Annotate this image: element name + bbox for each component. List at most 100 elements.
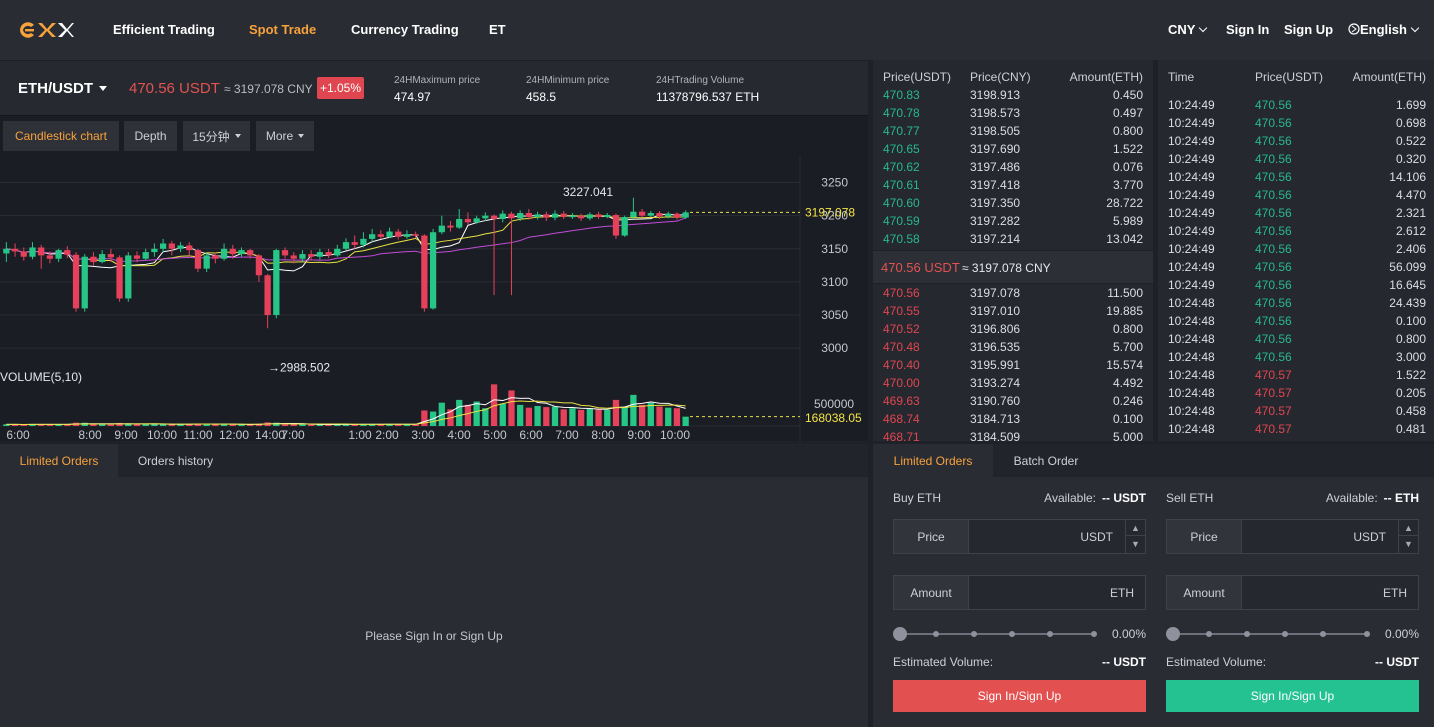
candle-body (125, 255, 132, 299)
row-price-usdt: 468.74 (883, 412, 920, 426)
bid-row[interactable]: 470.40 3195.991 15.574 (873, 356, 1153, 374)
sign-in-link[interactable]: Sign In (1226, 22, 1269, 37)
time-tick-label: 2:00 (375, 428, 399, 442)
slider-step[interactable] (1206, 631, 1212, 637)
buy-percent-slider[interactable] (893, 627, 1097, 641)
tab-limited-order-form[interactable]: Limited Orders (873, 444, 993, 477)
ask-row[interactable]: 470.65 3197.690 1.522 (873, 140, 1153, 158)
buy-sign-in-button[interactable]: Sign In/Sign Up (893, 680, 1146, 712)
interval-dropdown[interactable]: 15分钟 (183, 121, 250, 151)
chevron-up-icon[interactable]: ▲ (1399, 520, 1418, 536)
buy-available: Available: -- USDT (1044, 491, 1146, 505)
globe-icon (1348, 23, 1360, 35)
buy-amount-input[interactable] (970, 576, 1090, 609)
nav-et[interactable]: ET (489, 22, 506, 37)
sell-amount-label: Amount (1167, 576, 1242, 609)
slider-step[interactable] (1320, 631, 1326, 637)
trade-time: 10:24:48 (1168, 386, 1215, 400)
candle-body (3, 248, 10, 254)
pair-selector[interactable]: ETH/USDT (18, 80, 107, 97)
tab-limited-orders[interactable]: Limited Orders (0, 444, 118, 477)
sell-available: Available: -- ETH (1326, 491, 1419, 505)
row-price-usdt: 470.77 (883, 124, 920, 138)
row-price-usdt: 468.71 (883, 430, 920, 444)
sign-in-prompt[interactable]: Please Sign In or Sign Up (0, 629, 868, 643)
sell-amount-input[interactable] (1243, 576, 1363, 609)
candle-body (325, 252, 332, 256)
candle-body (386, 231, 393, 237)
ask-row[interactable]: 470.61 3197.418 3.770 (873, 176, 1153, 194)
slider-handle[interactable] (893, 627, 907, 641)
stat-low-label: 24HMinimum price (526, 75, 610, 86)
trade-amount: 14.106 (1389, 170, 1426, 184)
row-amount: 5.000 (1112, 430, 1143, 444)
chevron-down-icon[interactable]: ▼ (1399, 536, 1418, 552)
sign-up-link[interactable]: Sign Up (1284, 22, 1333, 37)
exx-logo[interactable] (18, 18, 74, 42)
stat-high-label: 24HMaximum price (394, 75, 481, 86)
nav-currency-trading[interactable]: Currency Trading (351, 22, 459, 37)
candlestick-chart-button[interactable]: Candlestick chart (3, 121, 119, 151)
nav-spot-trade[interactable]: Spot Trade (249, 22, 316, 37)
ask-row[interactable]: 470.62 3197.486 0.076 (873, 158, 1153, 176)
chevron-down-icon[interactable]: ▼ (1126, 536, 1145, 552)
trade-time: 10:24:49 (1168, 152, 1215, 166)
buy-price-input[interactable] (970, 520, 1090, 553)
bid-row[interactable]: 468.74 3184.713 0.100 (873, 410, 1153, 428)
bid-row[interactable]: 470.48 3196.535 5.700 (873, 338, 1153, 356)
trade-amount: 16.645 (1389, 278, 1426, 292)
slider-step[interactable] (1009, 631, 1015, 637)
chevron-up-icon[interactable]: ▲ (1126, 520, 1145, 536)
time-tick-label: 3:00 (411, 428, 435, 442)
ask-row[interactable]: 470.77 3198.505 0.800 (873, 122, 1153, 140)
trade-row: 10:24:49 470.56 16.645 (1158, 276, 1434, 294)
ask-row[interactable]: 470.78 3198.573 0.497 (873, 104, 1153, 122)
slider-step[interactable] (1364, 631, 1370, 637)
row-price-usdt: 470.62 (883, 160, 920, 174)
last-price-usdt: 470.56 USDT (129, 80, 220, 97)
current-price-label: 3197.078 (805, 205, 855, 219)
slider-step[interactable] (1091, 631, 1097, 637)
buy-title: Buy ETH (893, 491, 942, 505)
language-selector[interactable]: English (1348, 22, 1420, 37)
sell-price-input[interactable] (1243, 520, 1363, 553)
candle-body (499, 213, 506, 219)
bid-row[interactable]: 470.56 3197.078 11.500 (873, 284, 1153, 302)
volume-bar (90, 424, 97, 426)
candle-body (46, 255, 54, 259)
ask-row[interactable]: 470.59 3197.282 5.989 (873, 212, 1153, 230)
trade-row: 10:24:49 470.56 0.698 (1158, 114, 1434, 132)
tab-orders-history[interactable]: Orders history (118, 444, 233, 477)
ask-row[interactable]: 470.58 3197.214 13.042 (873, 230, 1153, 248)
slider-step[interactable] (1047, 631, 1053, 637)
trade-time: 10:24:49 (1168, 224, 1215, 238)
slider-step[interactable] (1244, 631, 1250, 637)
slider-step[interactable] (971, 631, 977, 637)
nav-efficient-trading[interactable]: Efficient Trading (113, 22, 215, 37)
slider-handle[interactable] (1166, 627, 1180, 641)
candle-body (682, 212, 689, 218)
depth-button[interactable]: Depth (124, 121, 177, 151)
slider-step[interactable] (1282, 631, 1288, 637)
more-dropdown[interactable]: More (256, 121, 314, 151)
row-price-usdt: 470.40 (883, 358, 920, 372)
slider-step[interactable] (933, 631, 939, 637)
trade-time: 10:24:49 (1168, 170, 1215, 184)
currency-selector[interactable]: CNY (1168, 22, 1208, 37)
trade-time: 10:24:48 (1168, 296, 1215, 310)
bid-row[interactable]: 470.00 3193.274 4.492 (873, 374, 1153, 392)
candlestick-chart[interactable]: 3000305031003150320032503197.0783227.041… (0, 156, 868, 442)
ask-row[interactable]: 470.60 3197.350 28.722 (873, 194, 1153, 212)
tab-batch-order[interactable]: Batch Order (993, 444, 1099, 477)
ask-row[interactable]: 470.83 3198.913 0.450 (873, 86, 1153, 104)
row-price-cny: 3196.535 (970, 340, 1021, 354)
sell-sign-in-button[interactable]: Sign In/Sign Up (1166, 680, 1419, 712)
row-price-cny: 3184.509 (970, 430, 1021, 444)
volume-bar (525, 407, 533, 426)
bid-row[interactable]: 470.52 3196.806 0.800 (873, 320, 1153, 338)
trade-price: 470.57 (1255, 422, 1292, 436)
sell-percent-slider[interactable] (1166, 627, 1370, 641)
bid-row[interactable]: 469.63 3190.760 0.246 (873, 392, 1153, 410)
row-amount: 19.885 (1106, 304, 1143, 318)
bid-row[interactable]: 470.55 3197.010 19.885 (873, 302, 1153, 320)
